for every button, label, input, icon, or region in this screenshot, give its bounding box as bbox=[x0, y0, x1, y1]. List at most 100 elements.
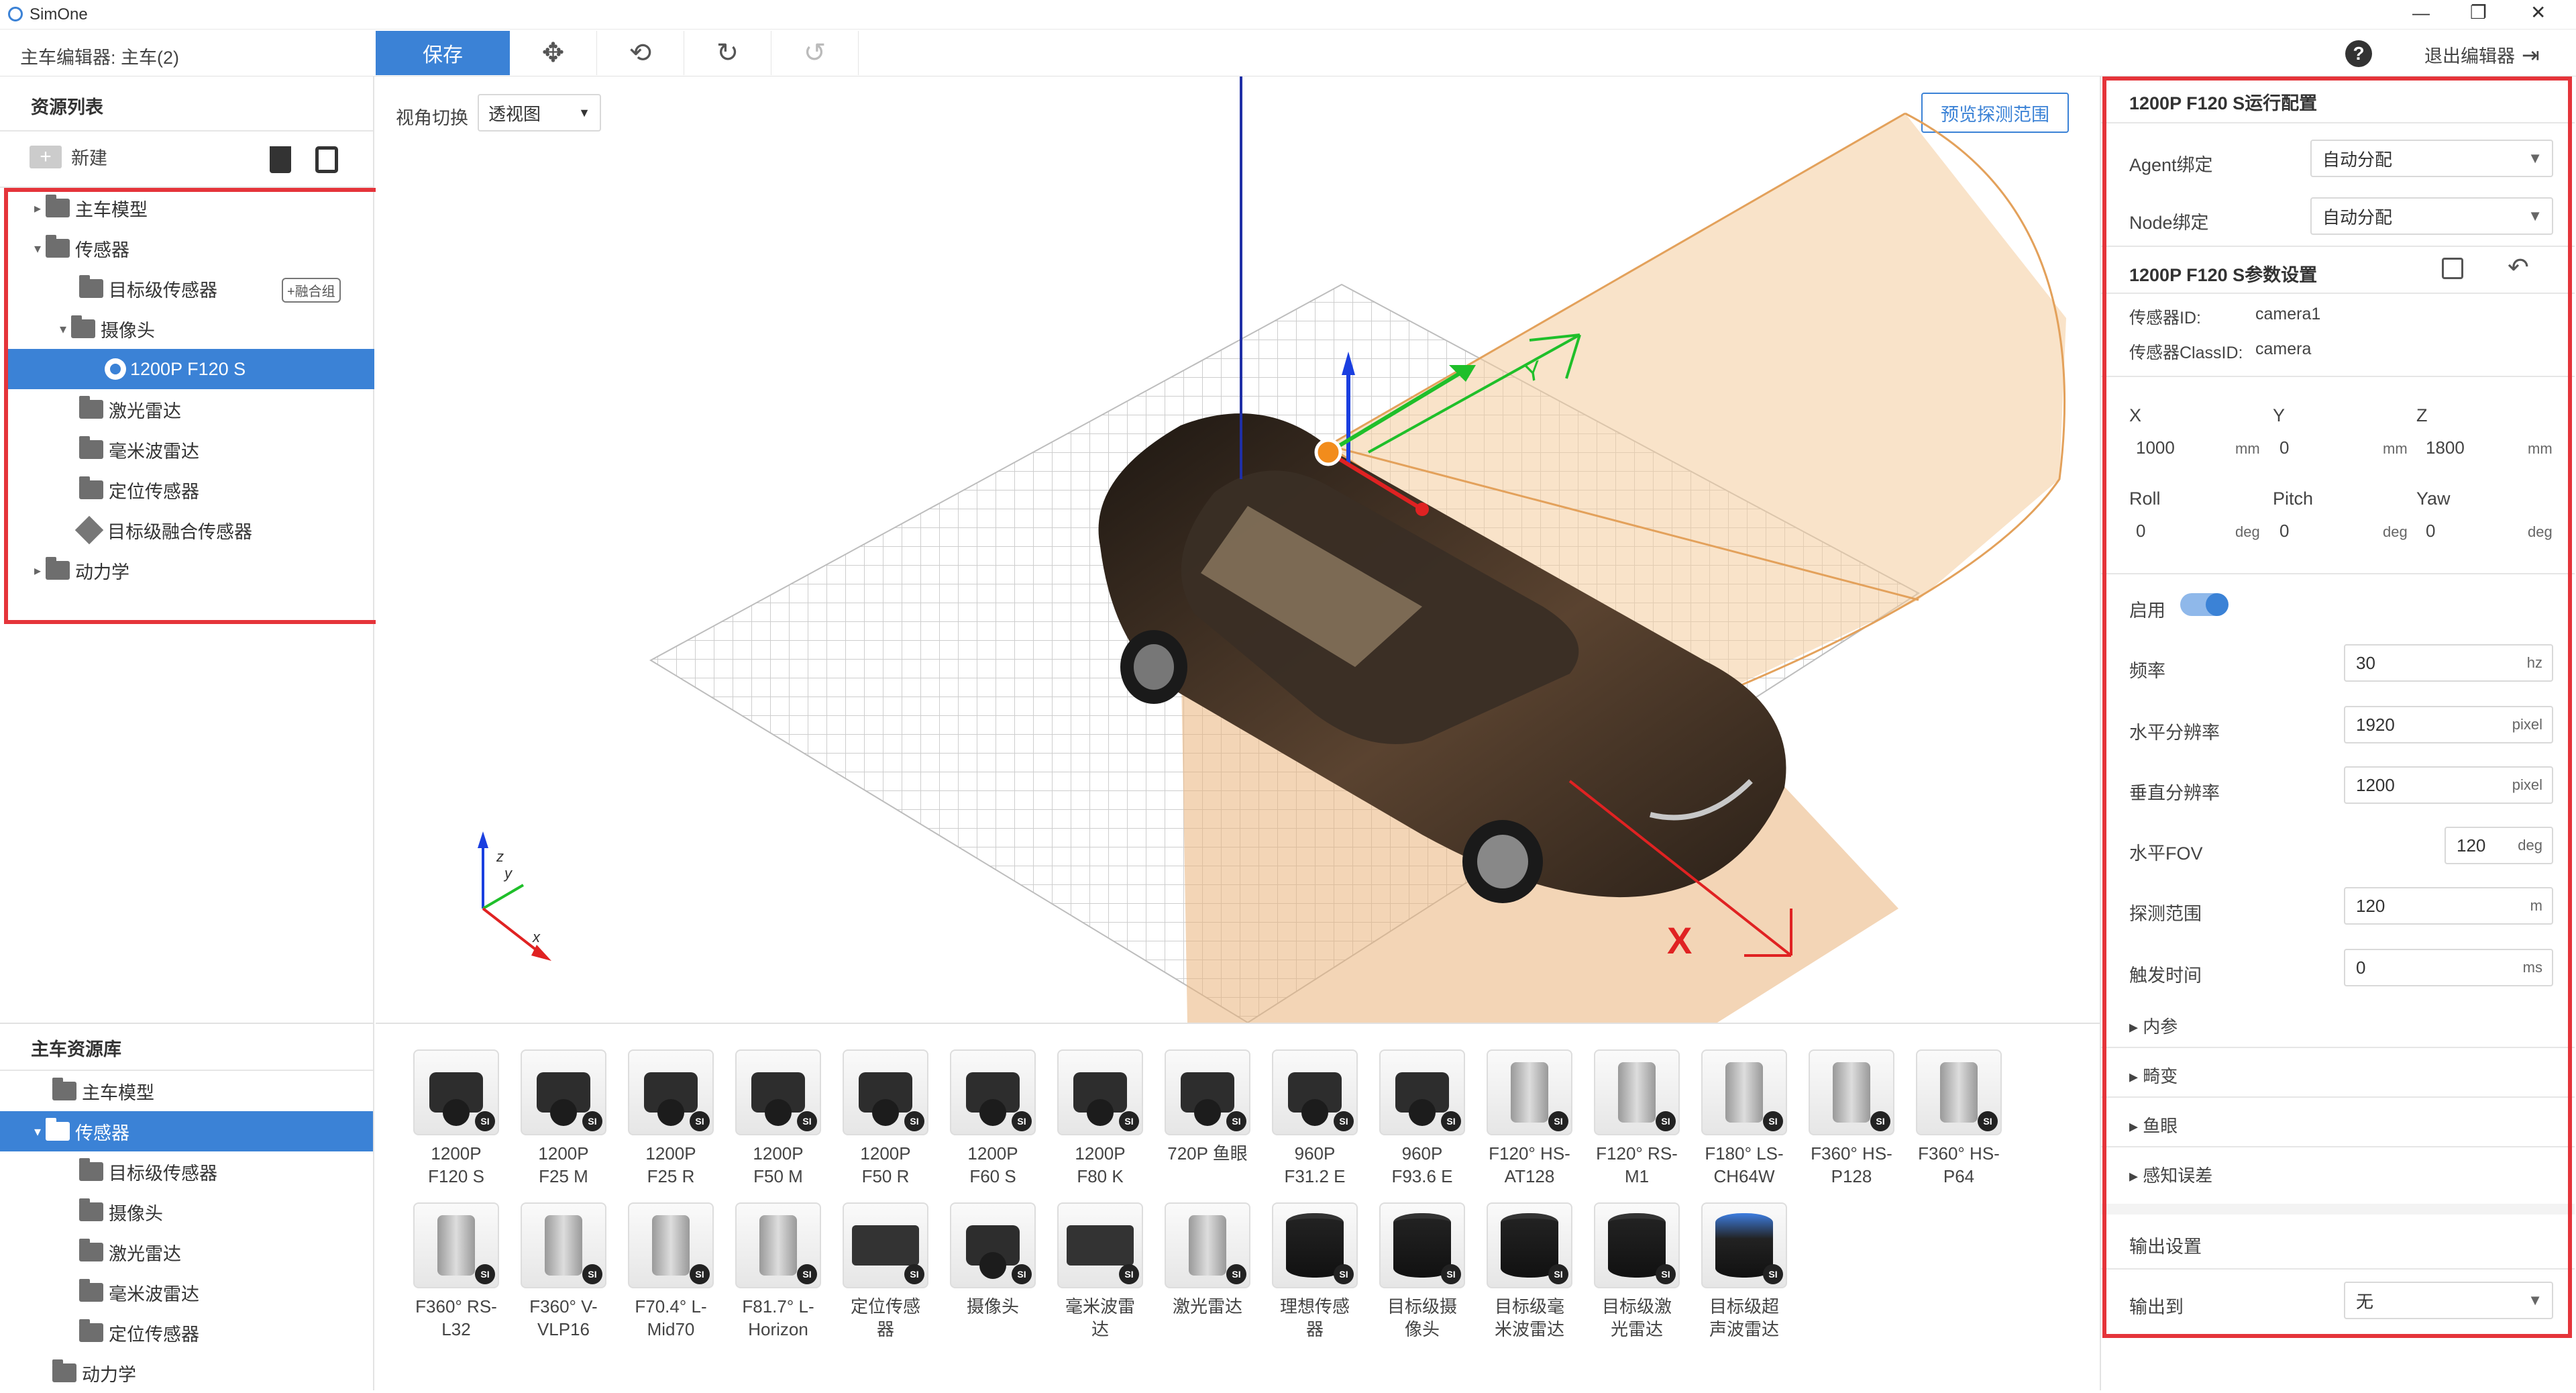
library-card[interactable]: SI F120° RS- M1 bbox=[1583, 1049, 1690, 1188]
delete-icon[interactable] bbox=[270, 146, 291, 173]
tree-item-cameras[interactable]: ▾ 摄像头 bbox=[0, 309, 373, 349]
close-button[interactable]: ✕ bbox=[2530, 1, 2546, 23]
yaw-input[interactable]: 0 bbox=[2426, 521, 2435, 541]
label-line-1: 1200P bbox=[1075, 1143, 1126, 1164]
cam-device-icon bbox=[859, 1072, 912, 1126]
library-card[interactable]: SI 960P F93.6 E bbox=[1368, 1049, 1476, 1188]
hres-input[interactable]: 1920 pixel bbox=[2344, 706, 2553, 743]
tree-item-dynamics[interactable]: ▸ 动力学 bbox=[0, 550, 373, 590]
tree-item-target-sensors[interactable]: 目标级传感器 +融合组 bbox=[0, 268, 373, 309]
si-badge: SI bbox=[1656, 1111, 1676, 1131]
section-distortion[interactable]: ▸ 畸变 bbox=[2129, 1063, 2178, 1088]
pitch-input[interactable]: 0 bbox=[2279, 521, 2289, 541]
library-card[interactable]: SI 960P F31.2 E bbox=[1261, 1049, 1368, 1188]
new-button[interactable]: + 新建 bbox=[30, 144, 107, 170]
library-card[interactable]: SI F360° HS- P128 bbox=[1798, 1049, 1905, 1188]
library-card[interactable]: SI 定位传感器 bbox=[832, 1202, 939, 1341]
lib-item-cameras[interactable]: 摄像头 bbox=[0, 1192, 373, 1232]
expand-icon[interactable]: ▸ bbox=[30, 200, 46, 217]
library-card[interactable]: SI 1200P F80 K bbox=[1046, 1049, 1154, 1188]
label-line-1: 毫米波雷 bbox=[1065, 1296, 1135, 1317]
lib-item-lidar[interactable]: 激光雷达 bbox=[0, 1232, 373, 1272]
tree-item-fusion[interactable]: 目标级融合传感器 bbox=[0, 510, 373, 550]
library-card[interactable]: SI F360° HS- P64 bbox=[1905, 1049, 2012, 1188]
trigger-input[interactable]: 0 ms bbox=[2344, 949, 2553, 986]
section-intrinsics[interactable]: ▸ 内参 bbox=[2129, 1013, 2178, 1038]
collapse-icon[interactable]: ▾ bbox=[30, 1123, 46, 1140]
library-card[interactable]: SI F180° LS- CH64W bbox=[1690, 1049, 1798, 1188]
sensor-thumbnail: SI bbox=[843, 1049, 928, 1135]
output-select[interactable]: 无 ▼ bbox=[2344, 1282, 2553, 1319]
y-input[interactable]: 0 bbox=[2279, 437, 2289, 458]
si-badge: SI bbox=[1870, 1111, 1890, 1131]
3d-viewport[interactable]: 视角切换 透视图 ▼ 预览探测范围 Y X z y x bbox=[376, 76, 2100, 1023]
restore-button[interactable]: ❐ bbox=[2470, 1, 2487, 23]
range-input[interactable]: 120 m bbox=[2344, 887, 2553, 925]
library-card[interactable]: SI 1200P F25 M bbox=[510, 1049, 617, 1188]
library-card[interactable]: SI 毫米波雷达 bbox=[1046, 1202, 1154, 1341]
library-card[interactable]: SI F360° RS- L32 bbox=[402, 1202, 510, 1341]
tree-item-vehicle-model[interactable]: ▸ 主车模型 bbox=[0, 188, 373, 228]
reset-tool-icon[interactable]: ↺ bbox=[771, 31, 859, 75]
tree-item-selected-camera[interactable]: 1200P F120 S bbox=[4, 349, 374, 389]
help-icon[interactable]: ? bbox=[2345, 40, 2372, 67]
library-card[interactable]: SI 激光雷达 bbox=[1154, 1202, 1261, 1318]
tree-item-lidar[interactable]: 激光雷达 bbox=[0, 389, 373, 429]
enable-toggle[interactable] bbox=[2180, 593, 2229, 616]
lib-item-radar[interactable]: 毫米波雷达 bbox=[0, 1272, 373, 1312]
collapse-icon[interactable]: ▾ bbox=[55, 321, 71, 338]
move-tool-icon[interactable]: ✥ bbox=[510, 31, 597, 75]
exit-editor-button[interactable]: 退出编辑器 ⇥ bbox=[2424, 42, 2540, 68]
expand-icon[interactable]: ▸ bbox=[30, 562, 46, 579]
library-card[interactable]: SI F360° V- VLP16 bbox=[510, 1202, 617, 1341]
agent-select[interactable]: 自动分配 ▼ bbox=[2310, 140, 2553, 177]
library-card[interactable]: SI 目标级超 声波雷达 bbox=[1690, 1202, 1798, 1341]
label-line-1: F81.7° L- bbox=[742, 1296, 814, 1317]
minimize-button[interactable]: — bbox=[2412, 3, 2430, 23]
section-perception-error[interactable]: ▸ 感知误差 bbox=[2129, 1162, 2212, 1187]
library-card[interactable]: SI 目标级毫 米波雷达 bbox=[1476, 1202, 1583, 1341]
library-card-label: F70.4° L- Mid70 bbox=[617, 1295, 724, 1341]
undo-icon[interactable]: ↶ bbox=[2508, 252, 2529, 282]
sensor-thumbnail: SI bbox=[735, 1049, 821, 1135]
hfov-input[interactable]: 120 deg bbox=[2445, 827, 2553, 864]
library-card[interactable]: SI 目标级摄 像头 bbox=[1368, 1202, 1476, 1341]
vres-input[interactable]: 1200 pixel bbox=[2344, 766, 2553, 804]
copy-icon[interactable] bbox=[315, 146, 338, 173]
lib-item-sensors[interactable]: ▾ 传感器 bbox=[0, 1111, 373, 1151]
library-card[interactable]: SI 1200P F50 R bbox=[832, 1049, 939, 1188]
rotate-tool-icon[interactable]: ↻ bbox=[684, 31, 771, 75]
lib-item-target-sensors[interactable]: 目标级传感器 bbox=[0, 1151, 373, 1192]
sensor-thumbnail: SI bbox=[1379, 1049, 1465, 1135]
library-card[interactable]: SI F70.4° L- Mid70 bbox=[617, 1202, 724, 1341]
library-card[interactable]: SI 1200P F120 S bbox=[402, 1049, 510, 1188]
freq-input[interactable]: 30 hz bbox=[2344, 644, 2553, 682]
library-card[interactable]: SI 1200P F25 R bbox=[617, 1049, 724, 1188]
library-card[interactable]: SI 720P 鱼眼 bbox=[1154, 1049, 1261, 1165]
library-card[interactable]: SI 理想传感器 bbox=[1261, 1202, 1368, 1341]
library-card[interactable]: SI 1200P F50 M bbox=[724, 1049, 832, 1188]
x-input[interactable]: 1000 bbox=[2136, 437, 2175, 458]
node-select[interactable]: 自动分配 ▼ bbox=[2310, 197, 2553, 235]
tree-item-positioning[interactable]: 定位传感器 bbox=[0, 470, 373, 510]
collapse-icon[interactable]: ▾ bbox=[30, 240, 46, 257]
library-card[interactable]: SI F120° HS- AT128 bbox=[1476, 1049, 1583, 1188]
roll-input[interactable]: 0 bbox=[2136, 521, 2145, 541]
library-card[interactable]: SI F81.7° L- Horizon bbox=[724, 1202, 832, 1341]
si-badge: SI bbox=[1012, 1264, 1032, 1284]
transform-tool-icon[interactable]: ⟲ bbox=[597, 31, 684, 75]
library-card[interactable]: SI 摄像头 bbox=[939, 1202, 1046, 1318]
z-input[interactable]: 1800 bbox=[2426, 437, 2465, 458]
save-button[interactable]: 保存 bbox=[376, 31, 510, 75]
lib-item-dynamics[interactable]: 动力学 bbox=[0, 1353, 373, 1393]
fusion-group-button[interactable]: +融合组 bbox=[282, 278, 341, 303]
section-fisheye[interactable]: ▸ 鱼眼 bbox=[2129, 1113, 2178, 1137]
lib-item-vehicle-model[interactable]: 主车模型 bbox=[0, 1071, 373, 1111]
tree-item-sensors[interactable]: ▾ 传感器 bbox=[0, 228, 373, 268]
save-params-icon[interactable] bbox=[2442, 258, 2463, 279]
lib-item-positioning[interactable]: 定位传感器 bbox=[0, 1312, 373, 1353]
lid-device-icon bbox=[1940, 1062, 1978, 1123]
tree-item-radar[interactable]: 毫米波雷达 bbox=[0, 429, 373, 470]
library-card[interactable]: SI 1200P F60 S bbox=[939, 1049, 1046, 1188]
library-card[interactable]: SI 目标级激 光雷达 bbox=[1583, 1202, 1690, 1341]
